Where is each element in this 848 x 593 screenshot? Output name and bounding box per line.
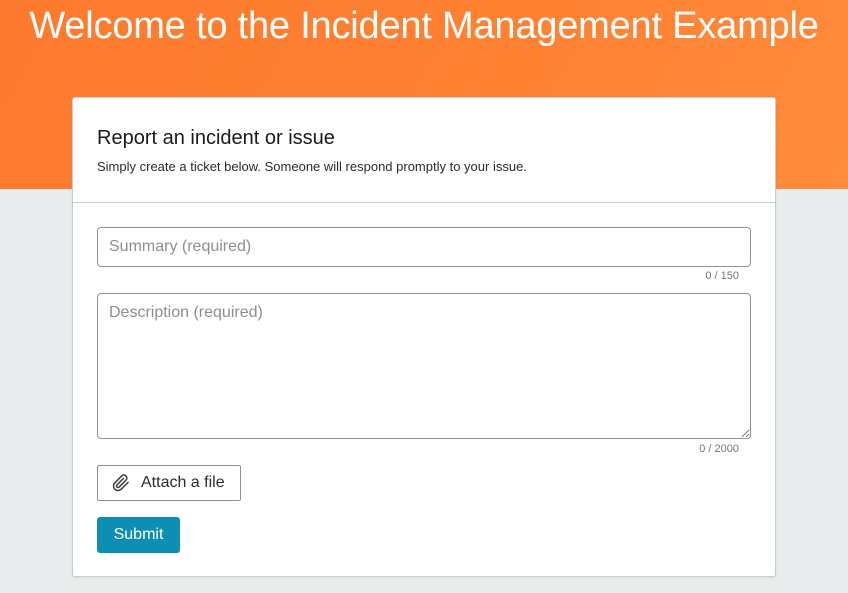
paperclip-icon bbox=[112, 474, 130, 492]
page-title: Welcome to the Incident Management Examp… bbox=[29, 5, 819, 47]
card-title: Report an incident or issue bbox=[97, 127, 335, 149]
attach-file-label: Attach a file bbox=[141, 474, 225, 491]
card-subtitle: Simply create a ticket below. Someone wi… bbox=[97, 159, 527, 174]
summary-input[interactable] bbox=[97, 227, 751, 267]
description-char-counter: 0 / 2000 bbox=[699, 443, 739, 455]
attach-file-button[interactable]: Attach a file bbox=[97, 465, 241, 501]
card-header: Report an incident or issue Simply creat… bbox=[73, 98, 775, 203]
incident-form-card: Report an incident or issue Simply creat… bbox=[72, 97, 776, 577]
description-input[interactable] bbox=[97, 293, 751, 439]
submit-button[interactable]: Submit bbox=[97, 517, 180, 553]
summary-char-counter: 0 / 150 bbox=[705, 270, 739, 282]
